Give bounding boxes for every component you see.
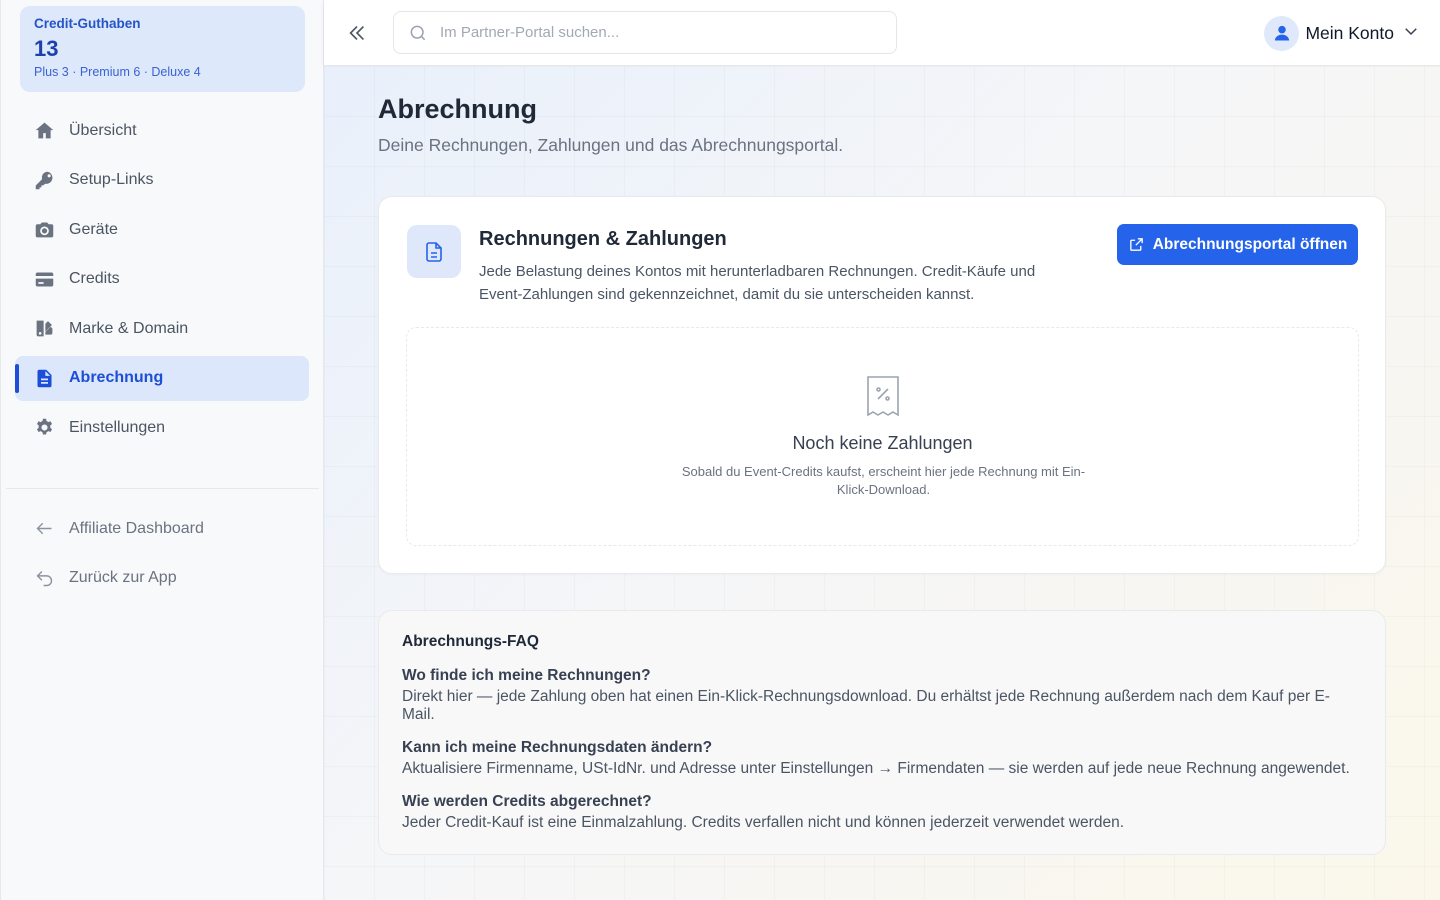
search-box[interactable] xyxy=(393,11,897,54)
sidebar-secondary-nav: Affiliate Dashboard Zurück zur App xyxy=(15,506,309,605)
search-input[interactable] xyxy=(440,24,880,41)
faq-title: Abrechnungs-FAQ xyxy=(402,633,539,650)
chevrons-left-icon xyxy=(349,25,365,41)
page-title: Abrechnung xyxy=(378,94,537,124)
empty-state-description: Sobald du Event-Credits kaufst, erschein… xyxy=(681,464,1086,497)
invoice-icon xyxy=(33,367,55,389)
sidebar-item-label: Zurück zur App xyxy=(69,569,177,586)
sidebar-item-label: Setup-Links xyxy=(69,171,154,188)
sidebar-item-label: Übersicht xyxy=(69,121,137,139)
faq-answer: Direkt hier — jede Zahlung oben hat eine… xyxy=(402,688,1330,723)
sidebar: Credit-Guthaben 13 Plus 3 · Premium 6 · … xyxy=(0,0,324,900)
sidebar-item-label: Geräte xyxy=(69,220,118,238)
sidebar-item-affiliate-dashboard[interactable]: Affiliate Dashboard xyxy=(15,506,309,551)
collapse-sidebar-button[interactable] xyxy=(344,20,370,46)
topbar: Mein Konto xyxy=(324,0,1440,66)
faq-question: Wo finde ich meine Rechnungen? xyxy=(402,667,651,684)
open-billing-portal-button[interactable]: Abrechnungsportal öffnen xyxy=(1117,224,1358,265)
sidebar-item-setup-links[interactable]: Setup-Links xyxy=(15,158,309,203)
account-label: Mein Konto xyxy=(1305,22,1394,43)
external-link-icon xyxy=(1129,238,1143,251)
invoices-card: Rechnungen & Zahlungen Jede Belastung de… xyxy=(378,196,1386,574)
empty-state-title: Noch keine Zahlungen xyxy=(792,433,973,453)
credit-balance-label: Credit-Guthaben xyxy=(34,16,141,31)
sidebar-item-marke-domain[interactable]: Marke & Domain xyxy=(15,306,309,351)
user-icon xyxy=(1274,25,1290,41)
invoices-description: Jede Belastung deines Kontos mit herunte… xyxy=(479,263,1036,303)
faq-answer: Jeder Credit-Kauf ist eine Einmalzahlung… xyxy=(402,814,1125,831)
sidebar-item-geraete[interactable]: Geräte xyxy=(15,207,309,252)
arrow-left-icon xyxy=(33,518,55,540)
search-icon xyxy=(410,25,426,40)
sidebar-item-einstellungen[interactable]: Einstellungen xyxy=(15,405,309,450)
open-billing-portal-label: Abrechnungsportal öffnen xyxy=(1152,235,1348,253)
document-icon xyxy=(407,225,461,278)
empty-state: Noch keine Zahlungen Sobald du Event-Cre… xyxy=(406,327,1359,546)
account-menu-button[interactable]: Mein Konto xyxy=(1264,15,1420,51)
main-content: Abrechnung Deine Rechnungen, Zahlungen u… xyxy=(324,66,1440,900)
faq-question: Kann ich meine Rechnungsdaten ändern? xyxy=(402,739,713,756)
billing-faq: Abrechnungs-FAQ Wo finde ich meine Rechn… xyxy=(378,610,1386,855)
sidebar-item-label: Einstellungen xyxy=(69,418,166,436)
faq-question: Wie werden Credits abgerechnet? xyxy=(402,793,652,810)
avatar xyxy=(1264,15,1300,51)
sidebar-item-label: Marke & Domain xyxy=(69,319,189,337)
brand-icon xyxy=(33,318,55,340)
gear-icon xyxy=(33,417,55,439)
credit-card-icon xyxy=(33,268,55,290)
sidebar-item-label: Affiliate Dashboard xyxy=(69,519,204,537)
sidebar-item-label: Abrechnung xyxy=(69,369,164,386)
credit-balance-card[interactable]: Credit-Guthaben 13 Plus 3 · Premium 6 · … xyxy=(20,6,305,92)
sidebar-item-label: Credits xyxy=(69,270,120,287)
sidebar-item-uebersicht[interactable]: Übersicht xyxy=(15,108,309,153)
undo-icon xyxy=(33,567,55,589)
home-icon xyxy=(33,120,55,142)
sidebar-divider xyxy=(6,488,319,489)
page-subtitle: Deine Rechnungen, Zahlungen und das Abre… xyxy=(378,135,844,155)
credit-tiers: Plus 3 · Premium 6 · Deluxe 4 xyxy=(34,65,201,79)
receipt-icon xyxy=(865,374,901,418)
sidebar-item-credits[interactable]: Credits xyxy=(15,257,309,302)
credit-balance-count: 13 xyxy=(34,36,59,61)
faq-answer: Aktualisiere Firmenname, USt-IdNr. und A… xyxy=(402,760,1350,777)
camera-icon xyxy=(33,219,55,241)
sidebar-item-zurueck-zur-app[interactable]: Zurück zur App xyxy=(15,556,309,601)
sidebar-item-abrechnung[interactable]: Abrechnung xyxy=(15,355,309,401)
key-icon xyxy=(33,169,55,191)
chevron-down-icon xyxy=(1402,22,1420,45)
invoices-title: Rechnungen & Zahlungen xyxy=(479,228,727,250)
sidebar-nav: Übersicht Setup-Links Geräte Credits Mar… xyxy=(15,108,309,455)
